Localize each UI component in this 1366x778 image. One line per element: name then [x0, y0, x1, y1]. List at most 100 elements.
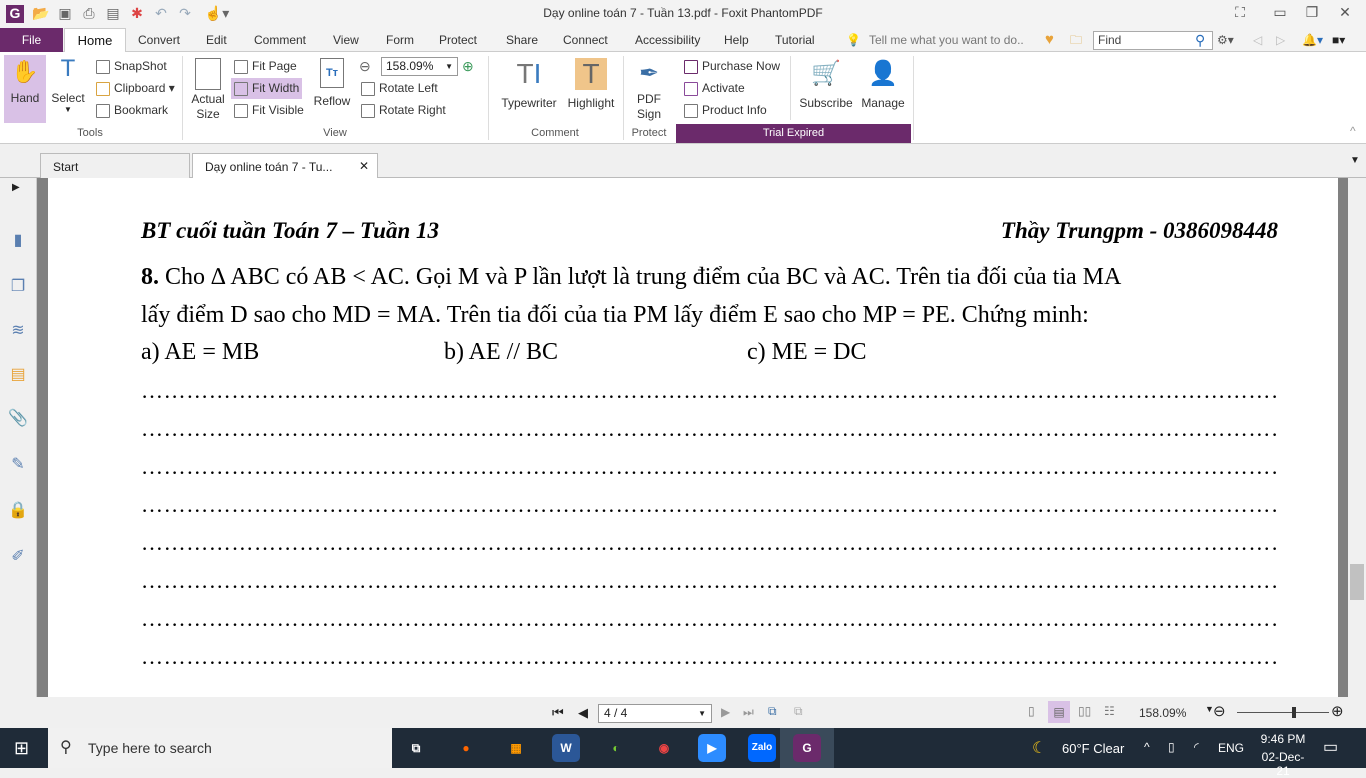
comments-icon[interactable]: ▤ [8, 364, 28, 384]
actual-size-button[interactable]: Actual Size [188, 58, 228, 122]
windows-start-icon[interactable]: ⊞ [14, 738, 29, 759]
tab-start[interactable]: Start [40, 153, 190, 178]
purchase-now-button[interactable]: Purchase Now [684, 59, 780, 74]
attachments-icon[interactable]: 📎 [8, 408, 28, 428]
zoom-slider-handle[interactable] [1292, 707, 1297, 718]
tab-view[interactable]: View [333, 28, 359, 52]
language-indicator[interactable]: ENG [1218, 741, 1244, 755]
previous-view-icon[interactable]: ⧉ [768, 704, 777, 719]
wifi-icon[interactable]: ◜ [1194, 740, 1199, 754]
coccoc-icon[interactable]: ◐ [602, 734, 630, 762]
certify-icon[interactable]: ✐ [8, 546, 28, 566]
rotate-left-button[interactable]: Rotate Left [361, 81, 438, 96]
zoom-slider[interactable] [1237, 707, 1329, 718]
tell-me-input[interactable]: Tell me what you want to do.. [869, 28, 1024, 52]
zoom-out-icon[interactable]: ⊖ [1213, 702, 1226, 720]
task-view-icon[interactable]: ⧉ [402, 734, 430, 762]
scrollbar-thumb[interactable] [1350, 564, 1364, 600]
zoom-select[interactable]: 158.09% ▼ [381, 57, 458, 76]
foxit-taskbar-button[interactable]: G [780, 728, 834, 768]
zoom-app-icon[interactable]: ▶ [698, 734, 726, 762]
first-page-icon[interactable]: ⏮ [552, 705, 564, 721]
highlight-button[interactable]: T Highlight [565, 58, 617, 110]
gear-icon[interactable]: ⚙▾ [1217, 28, 1234, 52]
continuous-page-icon[interactable]: ▤ [1048, 701, 1070, 723]
vertical-scrollbar[interactable] [1348, 178, 1366, 697]
fit-page-button[interactable]: Fit Page [234, 59, 297, 74]
zoom-level[interactable]: 158.09% [1139, 706, 1186, 720]
document-viewport[interactable]: BT cuối tuần Toán 7 – Tuần 13 Thầy Trung… [37, 178, 1348, 697]
manage-button[interactable]: 👤 Manage [858, 58, 908, 110]
subscribe-button[interactable]: 🛒 Subscribe [796, 58, 856, 110]
pdf-sign-button[interactable]: ✒ PDF Sign [628, 58, 670, 122]
show-hidden-icons[interactable]: ^ [1144, 740, 1150, 754]
hand-button[interactable]: ✋ Hand [4, 55, 46, 123]
last-page-icon[interactable]: ⏭ [743, 705, 754, 720]
single-page-icon[interactable]: ▯ [1028, 704, 1035, 718]
tab-list-icon[interactable]: ▼ [1350, 155, 1360, 166]
search-icon[interactable]: ⚲ [1195, 28, 1205, 52]
tab-edit[interactable]: Edit [206, 28, 227, 52]
next-view-icon[interactable]: ⧉ [794, 704, 803, 719]
heart-icon[interactable]: ♥ [1045, 28, 1054, 52]
signature-panel-icon[interactable]: ✎ [8, 454, 28, 474]
tab-convert[interactable]: Convert [138, 28, 180, 52]
notifications-icon[interactable]: ▭ [1323, 737, 1338, 757]
taskbar-search[interactable]: ⚲ Type here to search [48, 728, 392, 768]
search-folder-icon[interactable]: 🗀 [1070, 28, 1082, 52]
bell-icon[interactable]: 🔔▾ [1302, 28, 1323, 52]
bookmark-button[interactable]: Bookmark [96, 103, 168, 118]
forward-icon[interactable]: ▷ [1276, 28, 1285, 52]
zoom-in-icon[interactable]: ⊕ [1331, 702, 1344, 720]
tab-protect[interactable]: Protect [439, 28, 477, 52]
page-number-input[interactable]: 4 / 4 ▼ [598, 704, 712, 723]
tab-share[interactable]: Share [506, 28, 538, 52]
zalo-icon[interactable]: Zalo [748, 734, 776, 762]
fit-visible-button[interactable]: Fit Visible [234, 103, 304, 118]
fit-width-button[interactable]: Fit Width [231, 78, 303, 99]
fullscreen-icon[interactable]: ⛶ [1225, 4, 1255, 21]
tab-comment[interactable]: Comment [254, 28, 306, 52]
tab-form[interactable]: Form [386, 28, 414, 52]
back-icon[interactable]: ◁ [1253, 28, 1262, 52]
user-avatar[interactable]: ■▾ [1332, 28, 1345, 52]
activate-button[interactable]: Activate [684, 81, 745, 96]
restore-button[interactable]: ❐ [1297, 4, 1327, 21]
zoom-out-icon[interactable]: ⊖ [359, 58, 371, 75]
typewriter-button[interactable]: TI Typewriter [496, 58, 562, 110]
clipboard-button[interactable]: Clipboard ▾ [96, 81, 175, 96]
pages-icon[interactable]: ❐ [8, 276, 28, 296]
collapse-ribbon-icon[interactable]: ^ [1350, 124, 1356, 138]
chrome-icon[interactable]: ◉ [650, 734, 678, 762]
previous-page-icon[interactable]: ◀ [578, 705, 588, 721]
expand-pane-icon[interactable]: ▶ [12, 182, 20, 193]
tab-connect[interactable]: Connect [563, 28, 608, 52]
snapshot-button[interactable]: SnapShot [96, 59, 167, 74]
tab-document[interactable]: Dạy online toán 7 - Tu... ✕ [192, 153, 378, 178]
firefox-icon[interactable]: ● [452, 734, 480, 762]
store-icon[interactable]: ▦ [502, 734, 530, 762]
rotate-right-button[interactable]: Rotate Right [361, 103, 446, 118]
zoom-in-icon[interactable]: ⊕ [462, 58, 474, 75]
select-button[interactable]: T Select ▼ [48, 55, 88, 114]
word-icon[interactable]: W [552, 734, 580, 762]
close-tab-icon[interactable]: ✕ [359, 159, 369, 173]
product-info-button[interactable]: Product Info [684, 103, 767, 118]
close-button[interactable]: ✕ [1330, 4, 1360, 21]
tab-accessibility[interactable]: Accessibility [635, 28, 700, 52]
lock-icon[interactable]: 🔒 [8, 500, 28, 520]
layers-icon[interactable]: ≋ [8, 320, 28, 340]
next-page-icon[interactable]: ▶ [721, 705, 730, 719]
tab-help[interactable]: Help [724, 28, 749, 52]
tab-home[interactable]: Home [64, 28, 126, 53]
reflow-button[interactable]: Tт Reflow [312, 58, 352, 108]
meet-now-icon[interactable]: ▯ [1168, 740, 1175, 754]
tab-tutorial[interactable]: Tutorial [775, 28, 815, 52]
facing-page-icon[interactable]: ▯▯ [1078, 704, 1091, 718]
minimize-button[interactable]: ▭ [1265, 4, 1295, 21]
weather[interactable]: 60°F Clear [1062, 741, 1124, 756]
file-menu[interactable]: File [0, 28, 63, 52]
continuous-facing-icon[interactable]: ☷ [1104, 704, 1115, 718]
clock[interactable]: 9:46 PM 02-Dec-21 [1258, 732, 1308, 778]
bookmarks-icon[interactable]: ▮ [8, 230, 28, 250]
